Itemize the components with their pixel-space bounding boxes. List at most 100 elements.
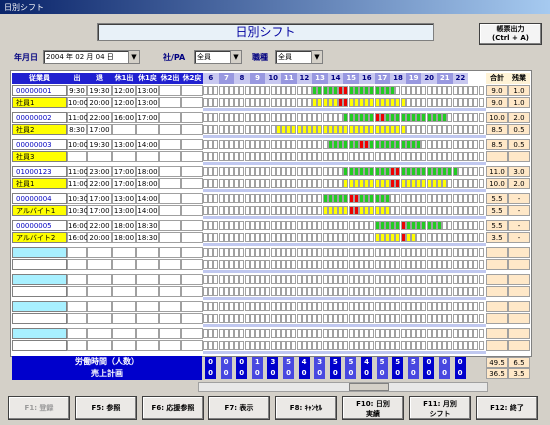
time-cell[interactable]: 10:00 [67,97,88,108]
f12-exit-button[interactable]: F12: 終了 [476,396,538,420]
time-cell[interactable] [159,112,181,123]
chevron-down-icon[interactable]: ▼ [230,51,241,63]
f5-reference-button[interactable]: F5: 参照 [75,396,137,420]
time-cell[interactable] [159,232,181,243]
time-cell[interactable]: 12:00 [112,97,136,108]
time-cell[interactable]: 22:00 [87,178,112,189]
time-cell[interactable] [136,124,159,135]
time-cell[interactable] [67,313,87,324]
time-cell[interactable] [87,340,112,351]
time-cell[interactable] [136,286,159,297]
shift-cell[interactable] [478,329,484,338]
table-row[interactable]: 01000123 11:00 23:00 17:00 18:00 11.0 3.0 社員1 11… [12,166,530,192]
time-cell[interactable]: 18:30 [136,220,159,231]
table-row[interactable] [12,274,530,300]
time-cell[interactable] [67,340,87,351]
shift-cell[interactable] [478,113,484,122]
time-cell[interactable] [112,340,136,351]
staff-id[interactable]: 00000004 [12,193,67,204]
time-cell[interactable]: 11:00 [67,178,88,189]
time-cell[interactable] [181,247,203,258]
time-cell[interactable]: 18:00 [136,166,159,177]
type-select[interactable]: 全員 ▼ [194,50,242,64]
time-cell[interactable] [67,151,87,162]
time-cell[interactable] [159,286,181,297]
time-cell[interactable]: 12:00 [112,85,136,96]
time-cell[interactable] [136,247,159,258]
time-cell[interactable] [112,247,136,258]
time-cell[interactable]: 10:00 [67,139,88,150]
time-cell[interactable] [181,286,203,297]
time-cell[interactable]: 22:00 [87,112,112,123]
time-cell[interactable]: 13:00 [112,193,136,204]
staff-id[interactable] [12,328,67,339]
time-cell[interactable]: 18:30 [136,232,159,243]
time-cell[interactable]: 11:00 [67,166,88,177]
time-cell[interactable]: 13:00 [112,205,136,216]
time-cell[interactable]: 14:00 [136,193,159,204]
time-cell[interactable]: 14:00 [136,139,159,150]
time-cell[interactable] [67,247,87,258]
f7-display-button[interactable]: F7: 表示 [208,396,270,420]
chevron-down-icon[interactable]: ▼ [311,51,322,63]
time-cell[interactable]: 17:00 [87,193,112,204]
time-cell[interactable]: 17:00 [112,178,136,189]
time-cell[interactable]: 9:30 [67,85,87,96]
time-cell[interactable] [67,328,87,339]
time-cell[interactable] [136,151,159,162]
shift-cell[interactable] [478,341,484,350]
time-cell[interactable] [87,286,112,297]
time-cell[interactable]: 16:00 [67,232,88,243]
time-cell[interactable] [181,193,203,204]
staff-id[interactable]: 00000005 [12,220,67,231]
time-cell[interactable] [87,301,112,312]
time-cell[interactable]: 13:00 [136,85,159,96]
time-cell[interactable] [112,124,136,135]
time-cell[interactable] [159,274,181,285]
time-cell[interactable] [159,151,181,162]
f6-support-reference-button[interactable]: F6: 応援参照 [142,396,204,420]
time-cell[interactable] [112,151,136,162]
table-row[interactable]: 00000004 10:30 17:00 13:00 14:00 5.5- アルバイト1 10… [12,193,530,219]
time-cell[interactable] [136,328,159,339]
print-report-button[interactable]: 帳票出力 (Ctrl + A) [479,23,542,45]
time-cell[interactable]: 18:00 [136,178,159,189]
time-cell[interactable] [159,328,181,339]
time-cell[interactable]: 19:30 [87,139,112,150]
shift-cell[interactable] [478,260,484,269]
time-cell[interactable]: 16:00 [67,220,88,231]
time-cell[interactable] [159,259,181,270]
date-field[interactable]: 2004 年 02 月 04 日 ▼ [43,50,140,64]
time-cell[interactable]: 16:00 [112,112,136,123]
shift-cell[interactable] [478,179,484,188]
staff-id[interactable] [12,274,67,285]
time-cell[interactable] [181,178,203,189]
shift-cell[interactable] [478,86,484,95]
f11-monthly-shift-button[interactable]: F11: 月別 シフト [409,396,471,420]
shift-cell[interactable] [478,248,484,257]
time-cell[interactable]: 17:00 [87,205,112,216]
staff-name[interactable] [12,313,67,324]
time-cell[interactable] [87,328,112,339]
time-cell[interactable] [87,274,112,285]
time-cell[interactable] [181,274,203,285]
time-cell[interactable] [112,313,136,324]
time-cell[interactable] [181,232,203,243]
time-cell[interactable] [159,178,181,189]
time-cell[interactable] [67,301,87,312]
table-row[interactable]: 00000003 10:00 19:30 13:00 14:00 8.5 0.5 社員3 [12,139,530,165]
table-row[interactable] [12,301,530,327]
time-cell[interactable]: 18:00 [112,232,136,243]
time-cell[interactable] [159,166,181,177]
shift-cell[interactable] [478,314,484,323]
shift-cell[interactable] [478,140,484,149]
time-cell[interactable] [159,220,181,231]
time-cell[interactable] [181,112,203,123]
time-cell[interactable] [181,340,203,351]
time-cell[interactable] [159,247,181,258]
table-row[interactable]: 00000005 16:00 22:00 18:00 18:30 5.5- アルバイト2 16… [12,220,530,246]
shift-cell[interactable] [478,287,484,296]
time-cell[interactable] [112,274,136,285]
time-cell[interactable] [159,97,181,108]
time-cell[interactable] [159,205,181,216]
